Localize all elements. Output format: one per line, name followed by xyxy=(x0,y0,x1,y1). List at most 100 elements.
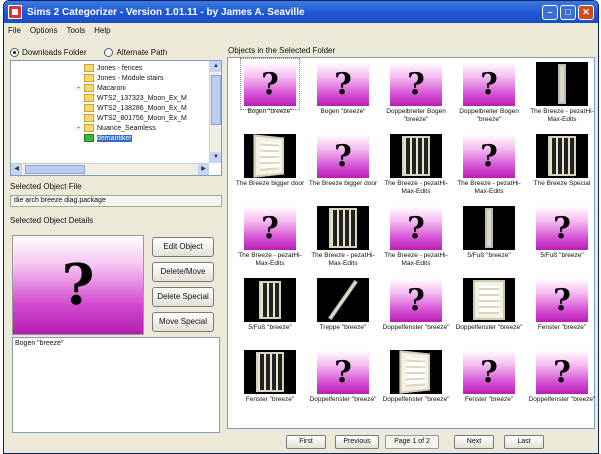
first-page-button[interactable]: First xyxy=(286,435,326,449)
page-indicator: Page 1 of 2 xyxy=(385,435,439,449)
question-mark-icon: ? xyxy=(553,210,571,246)
maximize-button[interactable]: □ xyxy=(560,4,576,20)
unknown-object-icon: ? xyxy=(61,252,95,318)
edit-object-button[interactable]: Edit Object xyxy=(152,237,214,257)
radio-downloads-folder[interactable]: Downloads Folder xyxy=(10,47,87,57)
object-tile[interactable]: ? Bogen "breeze" xyxy=(307,62,379,134)
folder-icon xyxy=(84,74,94,82)
object-caption: Doppelfenster "breeze" xyxy=(382,396,450,403)
object-tile[interactable]: Doppelfenster "breeze" xyxy=(380,350,452,422)
title-bar[interactable]: Sims 2 Categorizer - Version 1.01.11 - b… xyxy=(4,1,598,23)
object-tile[interactable]: ? Doppelbreiter Bogen "breeze" xyxy=(453,62,525,134)
tree-horizontal-scrollbar[interactable]: ◀ ▶ xyxy=(11,163,209,175)
radio-alternate-path[interactable]: Alternate Path xyxy=(104,47,167,57)
menu-file[interactable]: File xyxy=(8,26,21,35)
scroll-thumb[interactable] xyxy=(25,165,85,174)
tree-item[interactable]: Jones - Module stairs xyxy=(11,73,209,83)
move-special-button[interactable]: Move Special xyxy=(152,312,214,332)
object-tile[interactable]: ? Doppelbreiter Bogen "breeze" xyxy=(380,62,452,134)
question-mark-icon: ? xyxy=(334,354,352,390)
object-caption: Bogen "breeze" xyxy=(320,108,366,115)
object-tile[interactable]: The Breeze - pezatHi-Max-Edits xyxy=(526,62,598,134)
object-tile[interactable]: ? The Breeze - pezatHi-Max-Edits xyxy=(234,206,306,278)
object-tile[interactable]: ? Doppelfenster "breeze" xyxy=(307,350,379,422)
object-tile[interactable]: Treppe "breeze" xyxy=(307,278,379,350)
object-thumbnail-icon xyxy=(390,350,442,394)
object-description[interactable]: Bogen "breeze" xyxy=(12,337,220,433)
close-button[interactable]: ✕ xyxy=(578,4,594,20)
objects-label: Objects in the Selected Folder xyxy=(228,46,336,55)
menu-options[interactable]: Options xyxy=(30,26,58,35)
radio-label: Downloads Folder xyxy=(22,47,87,57)
selected-file-field[interactable]: die arch breeze diag.package xyxy=(10,195,222,207)
unknown-object-icon: ? xyxy=(390,278,442,322)
unknown-object-icon: ? xyxy=(463,350,515,394)
object-caption: Fenster "breeze" xyxy=(245,396,295,403)
question-mark-icon: ? xyxy=(480,138,498,174)
radio-selected-icon xyxy=(10,47,19,57)
question-mark-icon: ? xyxy=(261,66,279,102)
folder-icon xyxy=(84,124,94,132)
unknown-object-icon: ? xyxy=(536,206,588,250)
object-tile[interactable]: Fenster "breeze" xyxy=(234,350,306,422)
previous-page-button[interactable]: Previous xyxy=(335,435,379,449)
folder-tree[interactable]: Jones - fences Jones - Module stairs + Maca… xyxy=(10,60,222,176)
menu-help[interactable]: Help xyxy=(94,26,110,35)
object-caption: The Breeze - pezatHi-Max-Edits xyxy=(530,108,594,123)
object-tile[interactable]: 5/Fuß "breeze" xyxy=(453,206,525,278)
object-tile[interactable]: ? 5/Fuß "breeze" xyxy=(526,206,598,278)
object-tile[interactable]: The Breeze Special xyxy=(526,134,598,206)
object-tile[interactable]: The Breeze - pezatHi-Max-Edits xyxy=(380,134,452,206)
tree-item[interactable]: + Macaroni xyxy=(11,83,209,93)
minimize-button[interactable]: – xyxy=(542,4,558,20)
object-tile[interactable]: ? The Breeze - pezatHi-Max-Edits xyxy=(453,134,525,206)
tree-item[interactable]: + Nuance_Seamless xyxy=(11,123,209,133)
next-page-button[interactable]: Next xyxy=(454,435,494,449)
menu-tools[interactable]: Tools xyxy=(66,26,85,35)
object-tile[interactable]: ? The Breeze - pezatHi-Max-Edits xyxy=(380,206,452,278)
scroll-up-icon[interactable]: ▲ xyxy=(210,61,221,72)
object-tile[interactable]: ? Doppelfenster "breeze" xyxy=(380,278,452,350)
object-tile[interactable]: ? Fenster "breeze" xyxy=(453,350,525,422)
object-tile[interactable]: ? Bogen "breeze" xyxy=(234,58,306,134)
objects-grid: ? Bogen "breeze"? Bogen "breeze"? Doppelbre… xyxy=(234,58,598,422)
object-caption: The Breeze - pezatHi-Max-Edits xyxy=(457,180,521,195)
object-caption: The Breeze bigger door xyxy=(235,180,305,187)
object-tile[interactable]: ? Doppelfenster "breeze" xyxy=(526,350,598,422)
tree-item[interactable]: demantiker xyxy=(11,133,209,143)
object-tile[interactable]: The Breeze - pezatHi-Max-Edits xyxy=(307,206,379,278)
delete-special-button[interactable]: Delete Special xyxy=(152,287,214,307)
tree-item[interactable]: Jones - fences xyxy=(11,63,209,73)
folder-icon xyxy=(84,84,94,92)
object-tile[interactable]: ? The Breeze bigger door xyxy=(307,134,379,206)
expand-icon[interactable]: + xyxy=(75,85,82,92)
object-caption: Doppelfenster "breeze" xyxy=(528,396,596,403)
last-page-button[interactable]: Last xyxy=(504,435,544,449)
question-mark-icon: ? xyxy=(261,210,279,246)
question-mark-icon: ? xyxy=(407,66,425,102)
object-thumbnail-icon xyxy=(244,278,296,322)
object-tile[interactable]: Doppelfenster "breeze" xyxy=(453,278,525,350)
tree-item-label: WTS2_138286_Moon_Ex_M xyxy=(97,104,187,112)
tree-item[interactable]: WTS2_801756_Moon_Ex_M xyxy=(11,113,209,123)
window-title: Sims 2 Categorizer - Version 1.01.11 - b… xyxy=(27,6,305,18)
post-icon xyxy=(558,64,566,104)
object-thumbnail-icon xyxy=(463,206,515,250)
object-tile[interactable]: ? Fenster "breeze" xyxy=(526,278,598,350)
expand-icon[interactable]: + xyxy=(75,125,82,132)
tree-item[interactable]: WTS2_138286_Moon_Ex_M xyxy=(11,103,209,113)
folder-icon xyxy=(84,94,94,102)
tree-item-label: Macaroni xyxy=(97,84,126,92)
tree-vertical-scrollbar[interactable]: ▲ ▼ xyxy=(209,61,221,163)
object-tile[interactable]: The Breeze bigger door xyxy=(234,134,306,206)
scroll-down-icon[interactable]: ▼ xyxy=(210,152,221,163)
scroll-right-icon[interactable]: ▶ xyxy=(198,164,209,175)
delete-move-button[interactable]: Delete/Move xyxy=(152,262,214,282)
tree-item[interactable]: WTS2_137323_Moon_Ex_M xyxy=(11,93,209,103)
scroll-left-icon[interactable]: ◀ xyxy=(11,164,22,175)
object-tile[interactable]: 5/Fuß "breeze" xyxy=(234,278,306,350)
folder-icon xyxy=(84,104,94,112)
door-icon xyxy=(399,350,431,394)
object-caption: Treppe "breeze" xyxy=(319,324,367,331)
scroll-thumb[interactable] xyxy=(211,75,221,125)
